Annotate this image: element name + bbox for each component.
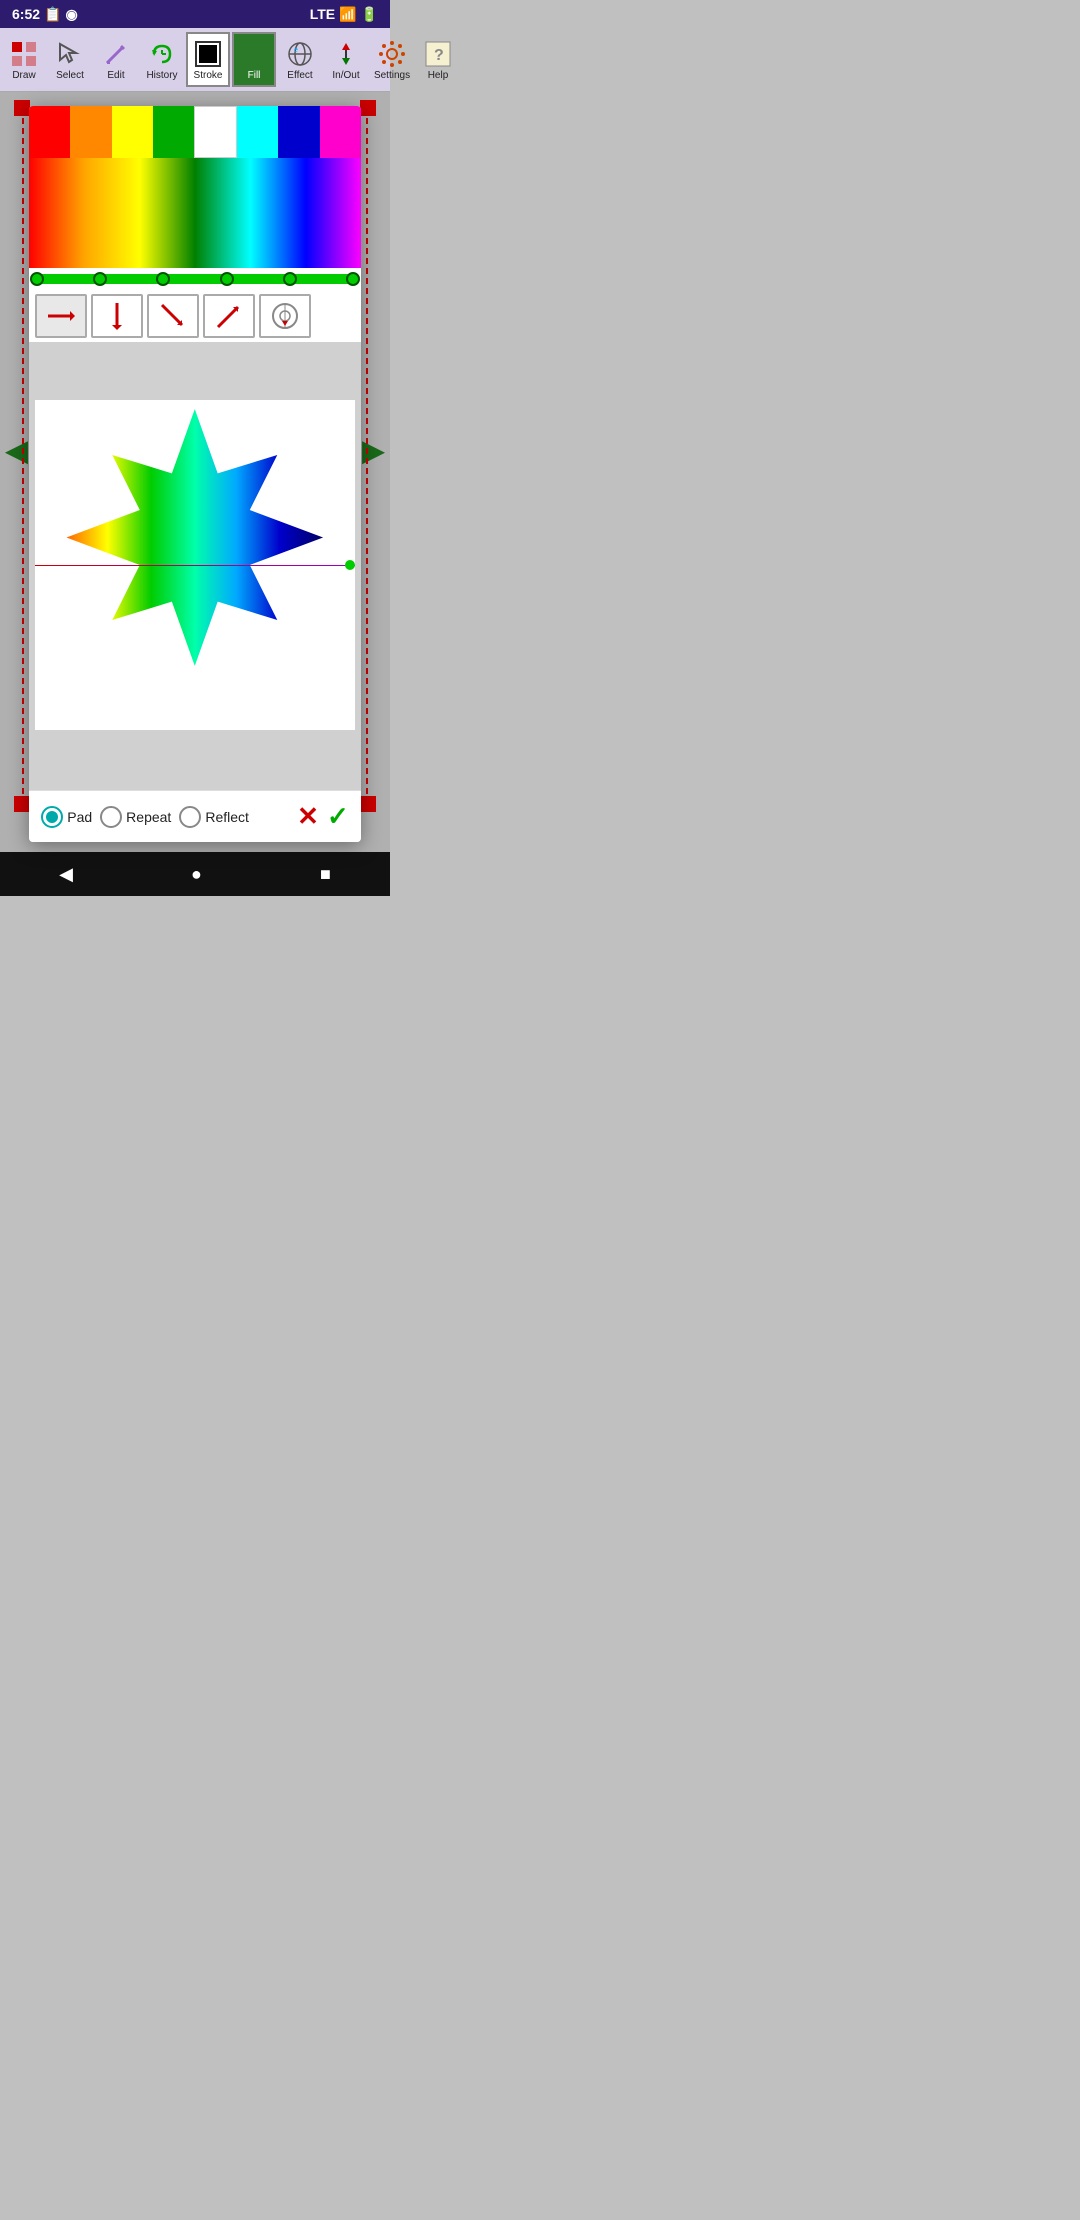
radio-reflect-label: Reflect [205, 809, 249, 825]
page-wrapper: 6:52 📋 ◉ LTE 📶 🔋 Draw [0, 0, 390, 896]
toolbar-select[interactable]: Select [48, 36, 92, 83]
bottom-controls: Pad Repeat Reflect ✕ ✓ [29, 790, 361, 842]
swatch-white[interactable] [194, 106, 237, 158]
direction-buttons [29, 290, 361, 342]
settings-label: Settings [374, 70, 410, 81]
content-area: ◀ ▶ [0, 92, 390, 852]
toolbar-settings[interactable]: Settings [370, 36, 414, 83]
fill-icon [238, 38, 270, 70]
battery-icon: 🔋 [361, 6, 378, 23]
swatch-orange[interactable] [70, 106, 111, 158]
signal-icon: ◉ [65, 6, 77, 23]
preview-pad-top [29, 350, 361, 400]
slider-dot-0[interactable] [30, 272, 44, 286]
slider-dot-2[interactable] [156, 272, 170, 286]
status-right: LTE 📶 🔋 [310, 6, 378, 23]
swatch-yellow[interactable] [112, 106, 153, 158]
fill-label: Fill [248, 70, 261, 81]
help-icon: ? [422, 38, 454, 70]
toolbar-inout[interactable]: In/Out [324, 36, 368, 83]
time: 6:52 [12, 6, 40, 22]
toolbar-history[interactable]: History [140, 36, 184, 83]
sim-icon: 📋 [44, 6, 61, 23]
dir-btn-radial[interactable] [259, 294, 311, 338]
slider-dot-1[interactable] [93, 272, 107, 286]
inout-icon [330, 38, 362, 70]
toolbar-fill[interactable]: Fill [232, 32, 276, 87]
slider-dot-5[interactable] [346, 272, 360, 286]
toolbar-effect[interactable]: e Effect [278, 36, 322, 83]
slider-dot-3[interactable] [220, 272, 234, 286]
draw-label: Draw [12, 70, 35, 81]
radio-pad-circle[interactable] [41, 806, 63, 828]
lte-label: LTE [310, 6, 335, 22]
help-label: Help [428, 70, 449, 81]
dir-btn-right[interactable] [35, 294, 87, 338]
color-swatches-row [29, 106, 361, 158]
toolbar: Draw Select Edit [0, 28, 390, 92]
slider-dot-4[interactable] [283, 272, 297, 286]
stroke-label: Stroke [194, 70, 223, 81]
nav-home-button[interactable]: ● [171, 860, 222, 889]
dir-btn-diagonal-up[interactable] [203, 294, 255, 338]
dir-btn-down[interactable] [91, 294, 143, 338]
signal-bars: 📶 [339, 6, 356, 23]
status-left: 6:52 📋 ◉ [12, 6, 78, 23]
edit-label: Edit [107, 70, 124, 81]
edit-icon [100, 38, 132, 70]
nav-bar: ◀ ● ■ [0, 852, 390, 896]
radio-pad-label: Pad [67, 809, 92, 825]
gradient-line [35, 565, 355, 566]
cancel-button[interactable]: ✕ [297, 801, 319, 832]
status-bar: 6:52 📋 ◉ LTE 📶 🔋 [0, 0, 390, 28]
radio-pad[interactable]: Pad [41, 806, 92, 828]
radio-reflect[interactable]: Reflect [179, 806, 249, 828]
stroke-icon [192, 38, 224, 70]
gradient-dialog: Pad Repeat Reflect ✕ ✓ [29, 106, 361, 842]
effect-label: Effect [287, 70, 312, 81]
draw-icon [8, 38, 40, 70]
effect-icon: e [284, 38, 316, 70]
history-label: History [146, 70, 177, 81]
radio-repeat[interactable]: Repeat [100, 806, 171, 828]
preview-inner [35, 400, 355, 730]
select-label: Select [56, 70, 84, 81]
radio-repeat-circle[interactable] [100, 806, 122, 828]
radio-reflect-circle[interactable] [179, 806, 201, 828]
settings-icon [376, 38, 408, 70]
swatch-magenta[interactable] [320, 106, 361, 158]
swatch-cyan[interactable] [237, 106, 278, 158]
gradient-line-end-dot [345, 560, 355, 570]
svg-text:e: e [294, 47, 298, 54]
dir-btn-diagonal-down[interactable] [147, 294, 199, 338]
toolbar-draw[interactable]: Draw [2, 36, 46, 83]
nav-back-button[interactable]: ◀ [39, 860, 93, 889]
swatch-red[interactable] [29, 106, 70, 158]
inout-label: In/Out [332, 70, 359, 81]
toolbar-edit[interactable]: Edit [94, 36, 138, 83]
swatch-blue[interactable] [278, 106, 319, 158]
select-icon [54, 38, 86, 70]
history-icon [146, 38, 178, 70]
toolbar-stroke[interactable]: Stroke [186, 32, 230, 87]
gradient-slider-track[interactable] [37, 274, 353, 284]
svg-text:?: ? [434, 47, 444, 64]
preview-pad-bottom [29, 730, 361, 790]
gradient-preview-bar[interactable] [29, 158, 361, 268]
confirm-button[interactable]: ✓ [327, 801, 349, 832]
swatch-green[interactable] [153, 106, 194, 158]
radio-repeat-label: Repeat [126, 809, 171, 825]
nav-recent-button[interactable]: ■ [300, 860, 351, 889]
preview-area [29, 342, 361, 790]
toolbar-help[interactable]: ? Help [416, 36, 460, 83]
